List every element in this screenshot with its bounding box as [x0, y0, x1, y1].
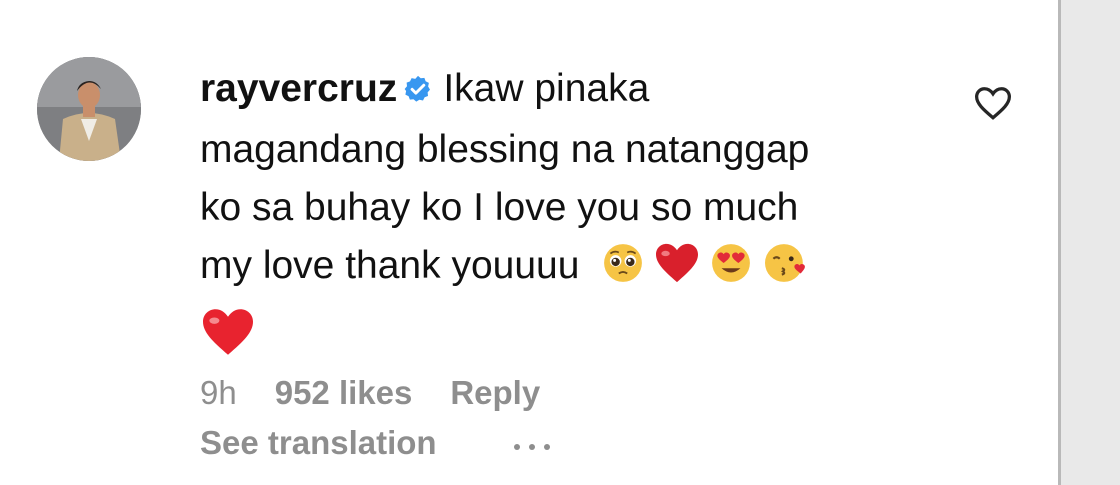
comment-text-line: magandang blessing na natanggap [200, 128, 810, 171]
like-heart-icon[interactable] [973, 85, 1013, 126]
pleading-face-emoji [602, 242, 644, 301]
dot [514, 444, 520, 450]
comment-text-line: Ikaw pinaka [443, 67, 650, 110]
red-heart-emoji [200, 307, 256, 374]
verified-badge-icon [403, 63, 433, 121]
ellipsis-icon[interactable] [514, 444, 550, 450]
username-link[interactable]: rayvercruz [200, 67, 397, 110]
scrollbar-edge [1058, 0, 1061, 485]
comment-meta: 9h 952 likes Reply [200, 374, 540, 412]
kissing-heart-face-emoji [762, 242, 810, 301]
heart-eyes-face-emoji [710, 242, 752, 301]
reply-button[interactable]: Reply [450, 374, 540, 411]
dot [529, 444, 535, 450]
comment-text-line: ko sa buhay ko I love you so much [200, 186, 799, 229]
comment-panel: rayvercruz Ikaw pinaka magandang blessing… [0, 0, 1058, 485]
avatar[interactable] [37, 57, 141, 161]
likes-count-link[interactable]: 952 likes [275, 374, 413, 411]
comment-text-line: my love thank youuuu [200, 244, 580, 287]
avatar-photo [37, 57, 141, 161]
dot [544, 444, 550, 450]
see-translation-link[interactable]: See translation [200, 424, 437, 462]
comment-body: rayvercruz Ikaw pinaka magandang blessing… [200, 60, 960, 374]
timestamp[interactable]: 9h [200, 374, 237, 411]
red-heart-emoji [654, 242, 700, 301]
